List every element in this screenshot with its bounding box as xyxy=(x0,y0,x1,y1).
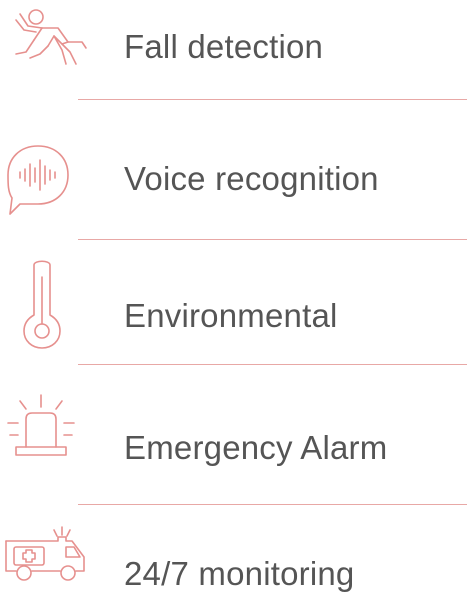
feature-emergency-alarm: Emergency Alarm xyxy=(0,365,467,505)
feature-label: Environmental xyxy=(124,297,338,334)
feature-label: Emergency Alarm xyxy=(124,429,388,466)
ambulance-icon xyxy=(2,525,88,583)
feature-environmental: Environmental xyxy=(0,240,467,365)
falling-person-icon xyxy=(6,6,90,68)
feature-fall-detection: Fall detection xyxy=(0,0,467,100)
siren-alarm-icon xyxy=(6,393,76,461)
feature-list: Fall detection Voice recognition Environ… xyxy=(0,0,467,600)
thermometer-icon xyxy=(22,257,62,351)
feature-label: 24/7 monitoring xyxy=(124,555,355,592)
feature-label: Voice recognition xyxy=(124,160,379,197)
feature-voice-recognition: Voice recognition xyxy=(0,100,467,240)
feature-label: Fall detection xyxy=(124,28,324,65)
voice-bubble-icon xyxy=(4,142,72,216)
feature-24-7-monitoring: 24/7 monitoring xyxy=(0,505,467,600)
